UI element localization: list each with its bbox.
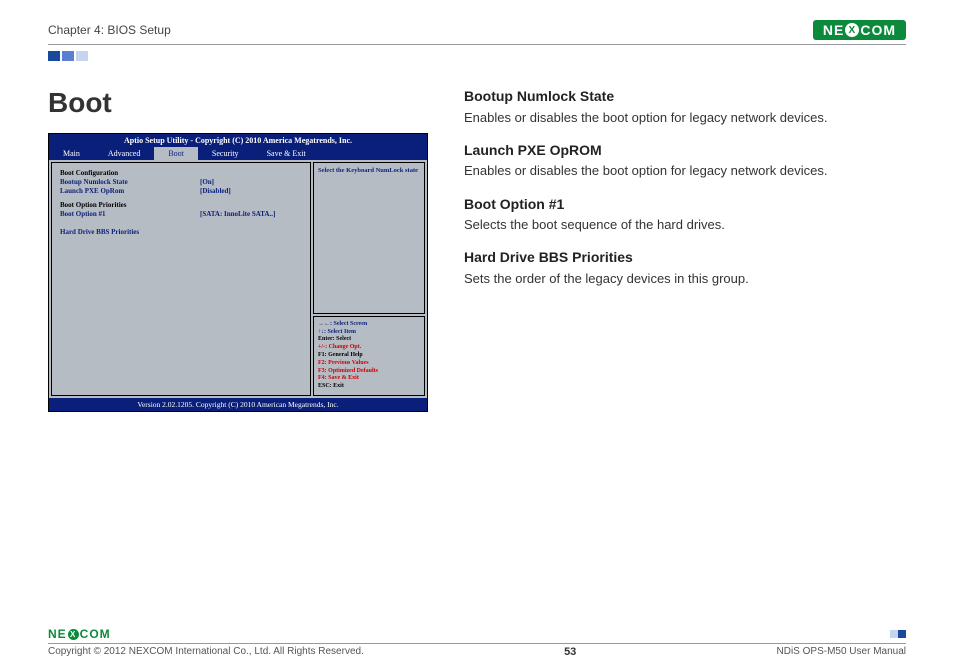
page-number: 53 (564, 646, 576, 658)
logo-footer: NE X COM (48, 627, 111, 641)
bios-tab-boot[interactable]: Boot (154, 147, 198, 160)
bios-option-value: [Disabled] (200, 187, 231, 195)
bios-key: Enter: Select (318, 336, 420, 344)
bios-key: →←: Select Screen (318, 321, 420, 329)
bios-option-pxe[interactable]: Launch PXE OpRom [Disabled] (60, 187, 302, 195)
bios-group-heading: Boot Option Priorities (60, 201, 302, 209)
bios-tab-security[interactable]: Security (198, 147, 253, 160)
bios-option-bbs[interactable]: Hard Drive BBS Priorities (60, 228, 302, 236)
bios-option-value: [On] (200, 178, 214, 186)
logo-text-right: COM (80, 627, 111, 641)
bios-key: +/-: Change Opt. (318, 344, 420, 352)
decorative-squares-footer (890, 630, 906, 638)
bios-tab-advanced[interactable]: Advanced (94, 147, 154, 160)
desc-body: Enables or disables the boot option for … (464, 109, 884, 127)
bios-option-label: Boot Option #1 (60, 210, 200, 218)
desc-body: Enables or disables the boot option for … (464, 162, 884, 180)
bios-option-boot1[interactable]: Boot Option #1 [SATA: InnoLite SATA..] (60, 210, 302, 218)
bios-tab-row: Main Advanced Boot Security Save & Exit (49, 147, 427, 160)
chapter-label: Chapter 4: BIOS Setup (48, 23, 171, 37)
desc-heading: Boot Option #1 (464, 195, 884, 215)
bios-option-value: [SATA: InnoLite SATA..] (200, 210, 275, 218)
logo-x-icon: X (68, 629, 79, 640)
bios-version-bar: Version 2.02.1205. Copyright (C) 2010 Am… (49, 398, 427, 411)
logo-text-left: NE (48, 627, 67, 641)
bios-tab-save-exit[interactable]: Save & Exit (253, 147, 320, 160)
bios-key: F1: General Help (318, 352, 420, 360)
bios-main-panel: Boot Configuration Bootup Numlock State … (51, 162, 311, 396)
bios-tab-main[interactable]: Main (49, 147, 94, 160)
bios-key: F3: Optimized Defaults (318, 368, 420, 376)
desc-body: Selects the boot sequence of the hard dr… (464, 216, 884, 234)
bios-key: ↑↓: Select Item (318, 329, 420, 337)
desc-heading: Launch PXE OpROM (464, 141, 884, 161)
logo-text-right: COM (860, 22, 896, 38)
bios-option-numlock[interactable]: Bootup Numlock State [On] (60, 178, 302, 186)
desc-heading: Hard Drive BBS Priorities (464, 248, 884, 268)
bios-key: F4: Save & Exit (318, 375, 420, 383)
page-title: Boot (48, 87, 428, 119)
copyright-text: Copyright © 2012 NEXCOM International Co… (48, 646, 364, 658)
bios-option-label: Launch PXE OpRom (60, 187, 200, 195)
logo-text-left: NE (823, 22, 844, 38)
bios-key: ESC: Exit (318, 383, 420, 391)
desc-body: Sets the order of the legacy devices in … (464, 270, 884, 288)
bios-screenshot: Aptio Setup Utility - Copyright (C) 2010… (48, 133, 428, 412)
desc-heading: Bootup Numlock State (464, 87, 884, 107)
bios-option-label: Bootup Numlock State (60, 178, 200, 186)
bios-help-panel: Select the Keyboard NumLock state (313, 162, 425, 314)
logo-top: NE X COM (813, 20, 906, 40)
bios-title-bar: Aptio Setup Utility - Copyright (C) 2010… (49, 134, 427, 147)
decorative-squares (48, 51, 906, 61)
bios-key: F2: Previous Values (318, 360, 420, 368)
manual-name: NDiS OPS-M50 User Manual (777, 646, 906, 658)
bios-group-heading: Boot Configuration (60, 169, 302, 177)
bios-key-legend: →←: Select Screen ↑↓: Select Item Enter:… (313, 316, 425, 396)
logo-x-icon: X (845, 23, 859, 37)
